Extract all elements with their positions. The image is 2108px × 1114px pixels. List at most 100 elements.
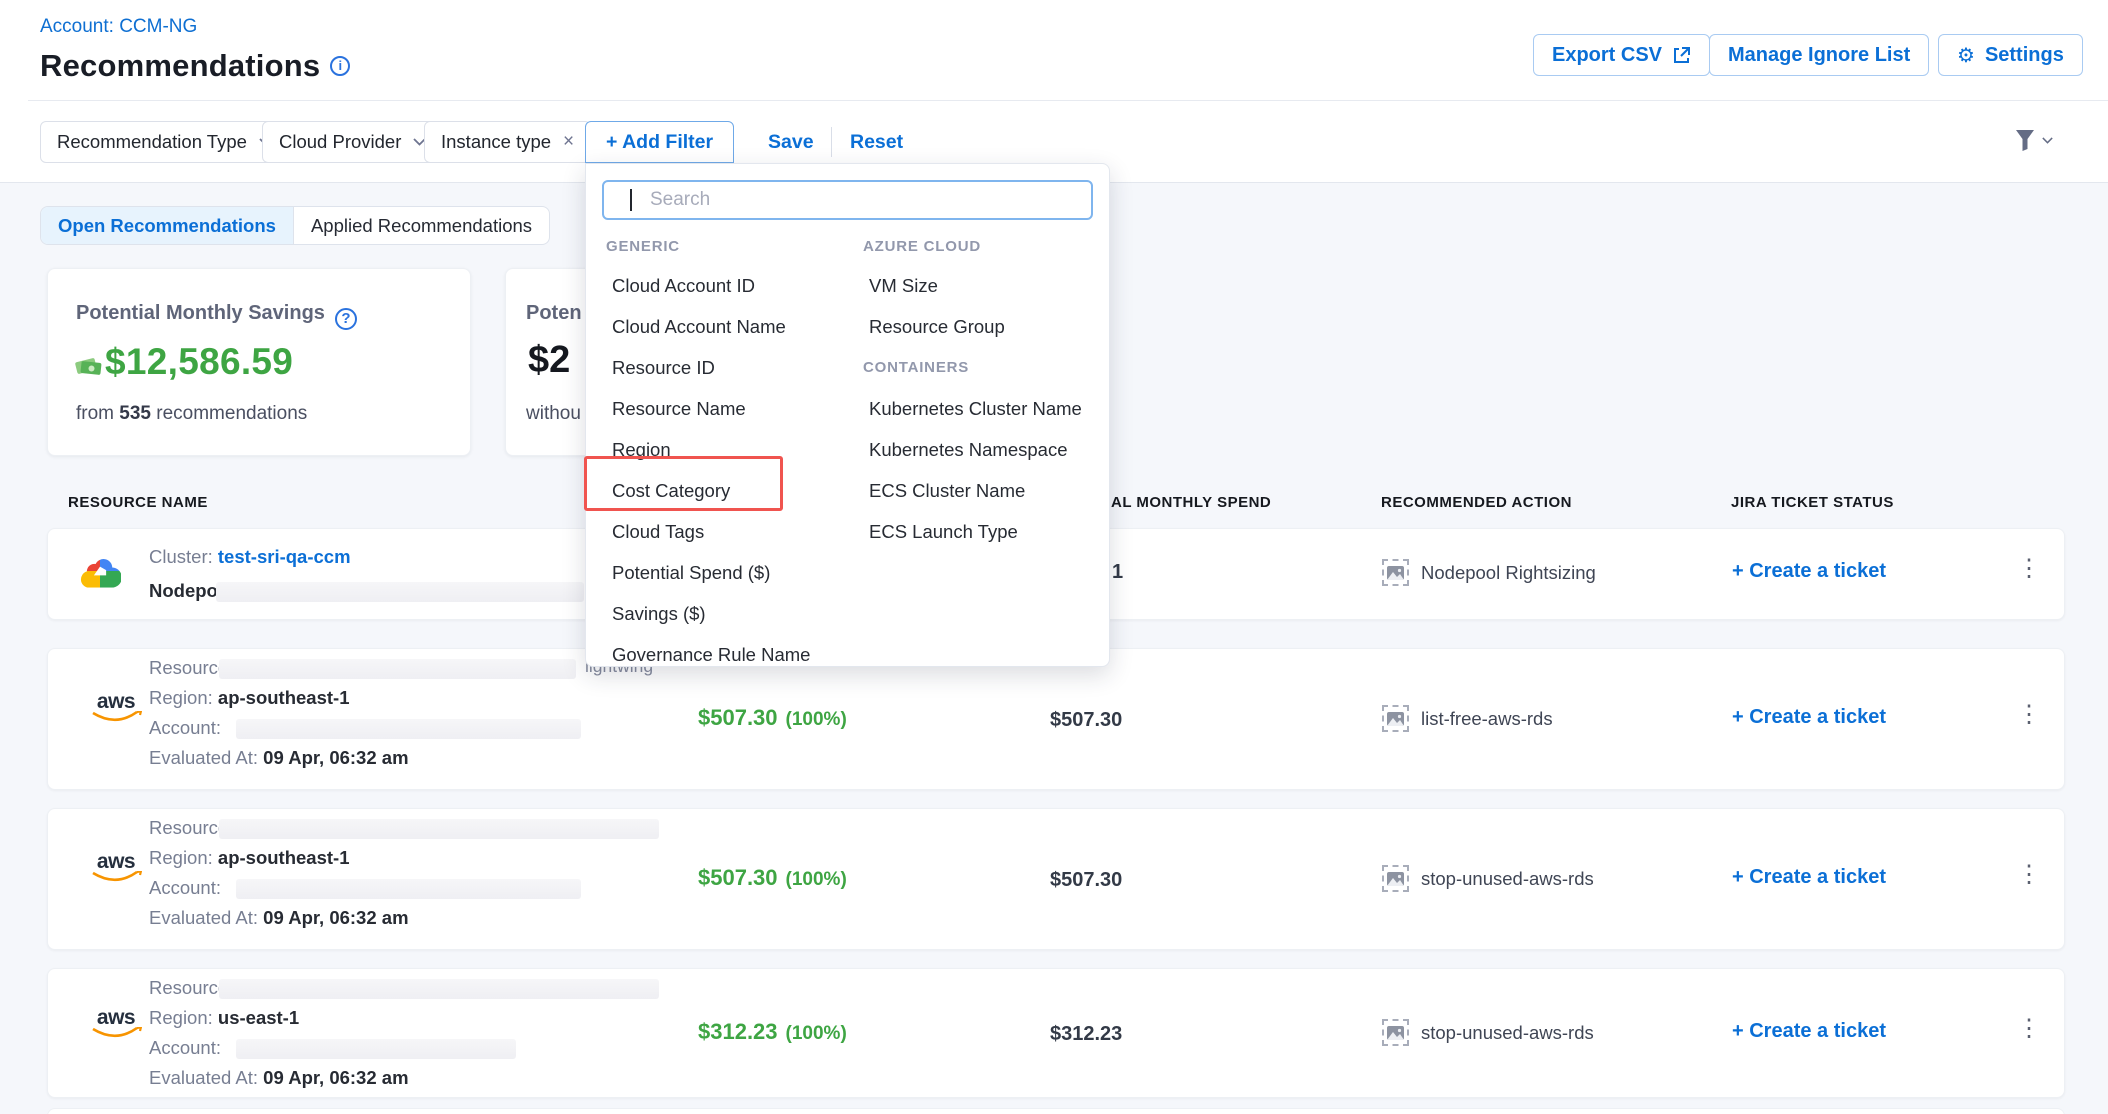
filter-option-kubernetes-namespace[interactable]: Kubernetes Namespace	[869, 439, 1067, 461]
savings-subtitle-suffix: recommendations	[151, 403, 307, 424]
aws-smile	[90, 871, 142, 885]
recommendations-tabs: Open Recommendations Applied Recommendat…	[40, 206, 550, 245]
row-menu-kebab-icon[interactable]: ⋮	[2017, 703, 2041, 727]
filter-option-ecs-launch-type[interactable]: ECS Launch Type	[869, 521, 1018, 543]
mountain-glyph	[1387, 714, 1404, 726]
filter-option-cloud-account-id[interactable]: Cloud Account ID	[612, 275, 755, 297]
create-ticket-link[interactable]: + Create a ticket	[1732, 1020, 1886, 1043]
monthly-spend-value-fragment: 1	[1112, 561, 1123, 584]
remove-filter-icon[interactable]: ×	[563, 131, 574, 153]
savings-card-title: Potential Monthly Savings?	[76, 302, 357, 330]
filter-option-vm-size[interactable]: VM Size	[869, 275, 938, 297]
export-csv-label: Export CSV	[1552, 44, 1662, 67]
aws-smile	[90, 1027, 142, 1041]
spend-card-title-fragment: Poten	[526, 302, 582, 325]
filter-option-ecs-cluster-name[interactable]: ECS Cluster Name	[869, 480, 1025, 502]
account-label: Account:	[149, 877, 221, 898]
chip-label: Instance type	[441, 131, 551, 153]
page-title-text: Recommendations	[40, 48, 320, 83]
create-ticket-link[interactable]: + Create a ticket	[1732, 866, 1886, 889]
search-input[interactable]	[602, 180, 1093, 220]
filter-option-cloud-tags[interactable]: Cloud Tags	[612, 521, 704, 543]
tab-applied-recommendations[interactable]: Applied Recommendations	[293, 207, 549, 244]
funnel-icon	[2012, 127, 2038, 153]
reset-filters-link[interactable]: Reset	[850, 131, 903, 154]
account-label: Account:	[149, 1037, 221, 1058]
redacted-resource-value	[219, 659, 576, 679]
external-link-icon	[1672, 46, 1691, 65]
broken-image-icon	[1382, 865, 1409, 892]
settings-label: Settings	[1985, 44, 2064, 67]
chip-label: Recommendation Type	[57, 131, 247, 153]
filter-option-resource-group[interactable]: Resource Group	[869, 316, 1005, 338]
column-header-monthly-spend: AL MONTHLY SPEND	[1111, 494, 1271, 511]
question-icon[interactable]: ?	[335, 308, 357, 330]
chevron-down-icon	[2042, 137, 2053, 144]
spend-amount-fragment: $2	[528, 339, 570, 382]
gear-icon: ⚙	[1957, 43, 1975, 68]
manage-ignore-list-button[interactable]: Manage Ignore List	[1709, 34, 1929, 76]
filter-chip-cloud-provider[interactable]: Cloud Provider	[262, 121, 443, 163]
broken-image-icon	[1382, 1019, 1409, 1046]
filter-chip-instance-type[interactable]: Instance type ×	[424, 121, 591, 163]
section-label-containers: CONTAINERS	[863, 359, 969, 376]
monthly-spend-value: $507.30	[1050, 869, 1122, 892]
table-row: aws Resource: Region: ap-southeast-1 Acc…	[47, 648, 2065, 790]
row-menu-kebab-icon[interactable]: ⋮	[2017, 863, 2041, 887]
evaluated-at-label: Evaluated At:	[149, 1067, 263, 1088]
export-csv-button[interactable]: Export CSV	[1533, 34, 1710, 76]
create-ticket-link[interactable]: + Create a ticket	[1732, 560, 1886, 583]
settings-button[interactable]: ⚙ Settings	[1938, 34, 2083, 76]
evaluated-at-value: 09 Apr, 06:32 am	[263, 1067, 408, 1088]
filter-option-potential-spend[interactable]: Potential Spend ($)	[612, 562, 770, 584]
redacted-resource-value	[219, 819, 659, 839]
savings-percentage: (100%)	[786, 869, 847, 890]
header-divider	[28, 100, 2108, 101]
monthly-spend-value: $312.23	[1050, 1023, 1122, 1046]
add-filter-dropdown: GENERIC Cloud Account ID Cloud Account N…	[585, 163, 1110, 667]
filter-option-governance-rule-name[interactable]: Governance Rule Name	[612, 644, 810, 666]
redacted-account-value	[236, 719, 581, 739]
redacted-account-value	[236, 879, 581, 899]
mountain-glyph	[1387, 1028, 1404, 1040]
filter-panel-toggle[interactable]	[2012, 127, 2053, 153]
filter-option-kubernetes-cluster-name[interactable]: Kubernetes Cluster Name	[869, 398, 1082, 420]
filter-option-resource-id[interactable]: Resource ID	[612, 357, 715, 379]
page-title: Recommendations i	[40, 48, 350, 84]
section-label-generic: GENERIC	[606, 238, 680, 255]
column-header-jira-ticket-status: JIRA TICKET STATUS	[1731, 494, 1894, 511]
savings-percentage: (100%)	[786, 1023, 847, 1044]
column-header-resource-name: RESOURCE NAME	[68, 494, 208, 511]
aws-wordmark: aws	[88, 693, 144, 711]
potential-monthly-savings-card: Potential Monthly Savings? $12,586.59 fr…	[47, 268, 471, 456]
region-value: us-east-1	[218, 1007, 299, 1028]
filter-option-savings[interactable]: Savings ($)	[612, 603, 706, 625]
filter-option-cloud-account-name[interactable]: Cloud Account Name	[612, 316, 786, 338]
region-label: Region:	[149, 1007, 218, 1028]
region-value: ap-southeast-1	[218, 847, 350, 868]
account-breadcrumb-link[interactable]: Account: CCM-NG	[40, 16, 197, 38]
create-ticket-link[interactable]: + Create a ticket	[1732, 706, 1886, 729]
savings-count: 535	[119, 403, 151, 424]
tab-open-recommendations[interactable]: Open Recommendations	[41, 207, 293, 244]
cluster-name-link[interactable]: test-sri-qa-ccm	[218, 546, 351, 567]
filter-chip-recommendation-type[interactable]: Recommendation Type	[40, 121, 289, 163]
recommended-action-label: stop-unused-aws-rds	[1421, 1022, 1594, 1044]
filter-option-resource-name[interactable]: Resource Name	[612, 398, 746, 420]
aws-logo-icon: aws	[88, 1009, 144, 1046]
savings-percentage: (100%)	[786, 709, 847, 730]
money-icon	[74, 353, 104, 379]
save-filters-link[interactable]: Save	[768, 131, 814, 154]
region-value: ap-southeast-1	[218, 687, 350, 708]
recommended-action-label: list-free-aws-rds	[1421, 708, 1553, 730]
filter-option-region[interactable]: Region	[612, 439, 671, 461]
filter-option-cost-category[interactable]: Cost Category	[612, 480, 730, 502]
column-header-recommended-action: RECOMMENDED ACTION	[1381, 494, 1572, 511]
recommended-action-label: stop-unused-aws-rds	[1421, 868, 1594, 890]
gcp-logo-icon	[79, 554, 121, 588]
region-label: Region:	[149, 687, 218, 708]
add-filter-button[interactable]: + Add Filter	[585, 121, 734, 163]
row-menu-kebab-icon[interactable]: ⋮	[2017, 557, 2041, 581]
info-icon[interactable]: i	[330, 56, 350, 76]
row-menu-kebab-icon[interactable]: ⋮	[2017, 1017, 2041, 1041]
